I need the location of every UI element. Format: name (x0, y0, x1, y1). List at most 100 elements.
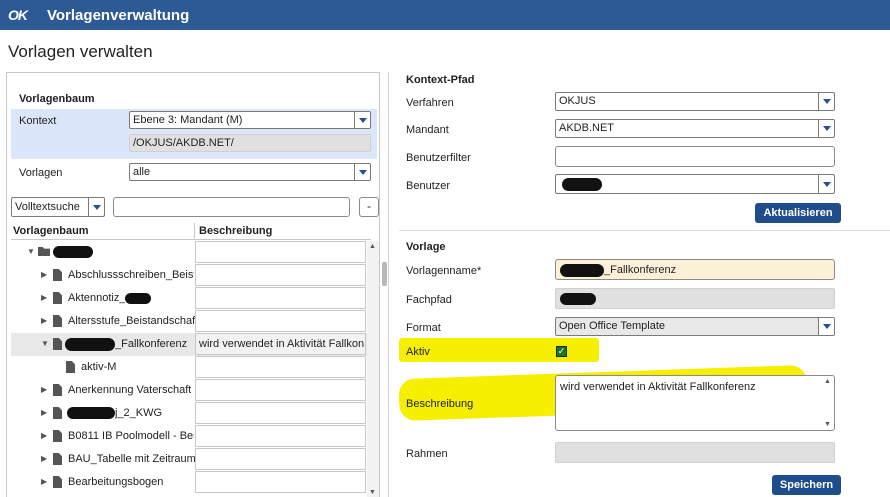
tree-row[interactable]: ▶ Altersstufe_Beistandschaft (11, 310, 367, 333)
row-name: j_2_KWG (115, 407, 163, 419)
chevron-down-icon[interactable] (354, 164, 370, 180)
chevron-down-icon[interactable] (818, 120, 834, 137)
context-path-title: Kontext-Pfad (406, 74, 475, 86)
tree-row-selected[interactable]: ▼ _Fallkonferenz wird verwendet in Aktiv… (11, 333, 367, 356)
template-name-value: _Fallkonferenz (604, 264, 677, 276)
tree-row[interactable]: ▶ j_2_KWG (11, 402, 367, 425)
benutzer-label: Benutzer (406, 180, 451, 192)
document-lines-icon (66, 361, 75, 373)
format-select[interactable]: Open Office Template (555, 317, 835, 336)
tree-row[interactable]: ▶ Anerkennung Vaterschaft (11, 379, 367, 402)
search-mode-value: Volltextsuche (15, 201, 80, 213)
tree-grid-header: Vorlagenbaum Beschreibung (11, 223, 371, 240)
mandant-select[interactable]: AKDB.NET (555, 119, 835, 138)
expanded-caret-icon[interactable]: ▼ (27, 247, 35, 256)
chevron-down-icon[interactable] (818, 175, 834, 193)
row-name: aktiv-M (81, 361, 117, 373)
row-description (195, 287, 366, 309)
row-name: Abschlussschreiben_Beistar (68, 269, 194, 281)
tree-row[interactable]: ▶ B0811 IB Poolmodell - Besc (11, 425, 367, 448)
verfahren-select[interactable]: OKJUS (555, 92, 835, 111)
tree-row[interactable]: aktiv-M (11, 356, 367, 379)
templates-select[interactable]: alle (129, 163, 371, 181)
expanded-caret-icon[interactable]: ▼ (41, 339, 49, 348)
column-header-description[interactable]: Beschreibung (199, 225, 272, 237)
mandant-label: Mandant (406, 124, 449, 136)
row-description (195, 241, 366, 263)
tree-row[interactable]: ▶ Abschlussschreiben_Beistar (11, 264, 367, 287)
title-bar: OK Vorlagenverwaltung (0, 0, 890, 30)
column-header-tree[interactable]: Vorlagenbaum (13, 225, 89, 237)
chevron-down-icon[interactable] (818, 318, 834, 335)
row-description (195, 402, 366, 424)
document-icon (53, 315, 62, 327)
tree-row[interactable]: ▼ (11, 241, 367, 264)
collapsed-caret-icon[interactable]: ▶ (41, 270, 47, 279)
beschreibung-label: Beschreibung (406, 398, 474, 410)
row-description (195, 264, 366, 286)
search-mode-select[interactable]: Volltextsuche (11, 197, 105, 217)
collapse-button[interactable]: - (359, 197, 379, 217)
template-name-input[interactable]: _Fallkonferenz (555, 259, 835, 280)
row-name: Aktennotiz_ (68, 292, 126, 304)
templates-label: Vorlagen (19, 167, 63, 179)
template-detail-panel: Kontext-Pfad Verfahren OKJUS Mandant AKD… (388, 72, 890, 497)
templates-select-value: alle (133, 166, 151, 178)
row-name: BAU_Tabelle mit Zeitraum (68, 453, 196, 465)
context-select-value: Ebene 3: Mandant (M) (133, 114, 243, 126)
verfahren-value: OKJUS (559, 95, 596, 107)
fachpfad-field (555, 288, 835, 309)
save-button[interactable]: Speichern (772, 475, 841, 495)
redacted-text (560, 264, 604, 277)
scroll-down-icon[interactable]: ▼ (824, 421, 831, 428)
aktiv-label: Aktiv (406, 346, 430, 358)
redacted-text (65, 338, 115, 351)
context-label: Kontext (19, 115, 57, 127)
document-icon (53, 338, 62, 350)
textarea-scrollbar[interactable]: ▲ ▼ (824, 378, 832, 428)
tree-scrollbar[interactable]: ▲ ▼ (367, 241, 379, 497)
splitter-handle[interactable] (382, 262, 387, 286)
collapsed-caret-icon[interactable]: ▶ (41, 408, 47, 417)
chevron-down-icon[interactable] (818, 93, 834, 110)
template-name-label: Vorlagenname* (406, 265, 482, 277)
tree-row[interactable]: ▶ BAU_Tabelle mit Zeitraum (11, 448, 367, 471)
app-logo: OK (8, 7, 28, 23)
collapsed-caret-icon[interactable]: ▶ (41, 431, 47, 440)
collapsed-caret-icon[interactable]: ▶ (41, 477, 47, 486)
chevron-down-icon[interactable] (88, 198, 104, 216)
search-input[interactable] (113, 197, 350, 217)
scroll-up-icon[interactable]: ▲ (369, 243, 376, 250)
row-description (195, 379, 366, 401)
row-description (195, 310, 366, 332)
window-title: Vorlagenverwaltung (47, 6, 190, 24)
scroll-down-icon[interactable]: ▼ (369, 489, 376, 496)
refresh-button[interactable]: Aktualisieren (755, 203, 841, 223)
benutzer-select[interactable] (555, 174, 835, 194)
rahmen-field (555, 442, 835, 463)
tree-row[interactable]: ▶ Aktennotiz_ (11, 287, 367, 310)
redacted-text (560, 293, 596, 305)
document-icon (53, 407, 62, 419)
beschreibung-textarea[interactable]: wird verwendet in Aktivität Fallkonferen… (555, 375, 835, 431)
chevron-down-icon[interactable] (354, 112, 370, 128)
redacted-text (67, 407, 115, 419)
context-select[interactable]: Ebene 3: Mandant (M) (129, 111, 371, 129)
collapsed-caret-icon[interactable]: ▶ (41, 293, 47, 302)
row-name: _Fallkonferenz (115, 338, 188, 350)
mandant-value: AKDB.NET (559, 122, 615, 134)
redacted-text (562, 178, 602, 191)
tree-row[interactable]: ▶ Bearbeitungsbogen (11, 471, 367, 494)
aktiv-checkbox[interactable]: ✓ (556, 346, 567, 357)
collapsed-caret-icon[interactable]: ▶ (41, 316, 47, 325)
page-title: Vorlagen verwalten (8, 42, 153, 61)
collapsed-caret-icon[interactable]: ▶ (41, 454, 47, 463)
scroll-up-icon[interactable]: ▲ (824, 378, 831, 385)
verfahren-label: Verfahren (406, 97, 454, 109)
redacted-text (53, 246, 93, 258)
context-path-field: /OKJUS/AKDB.NET/ (129, 134, 371, 152)
collapsed-caret-icon[interactable]: ▶ (41, 385, 47, 394)
benutzerfilter-input[interactable] (555, 146, 835, 167)
divider (399, 230, 890, 231)
document-icon (53, 453, 62, 465)
